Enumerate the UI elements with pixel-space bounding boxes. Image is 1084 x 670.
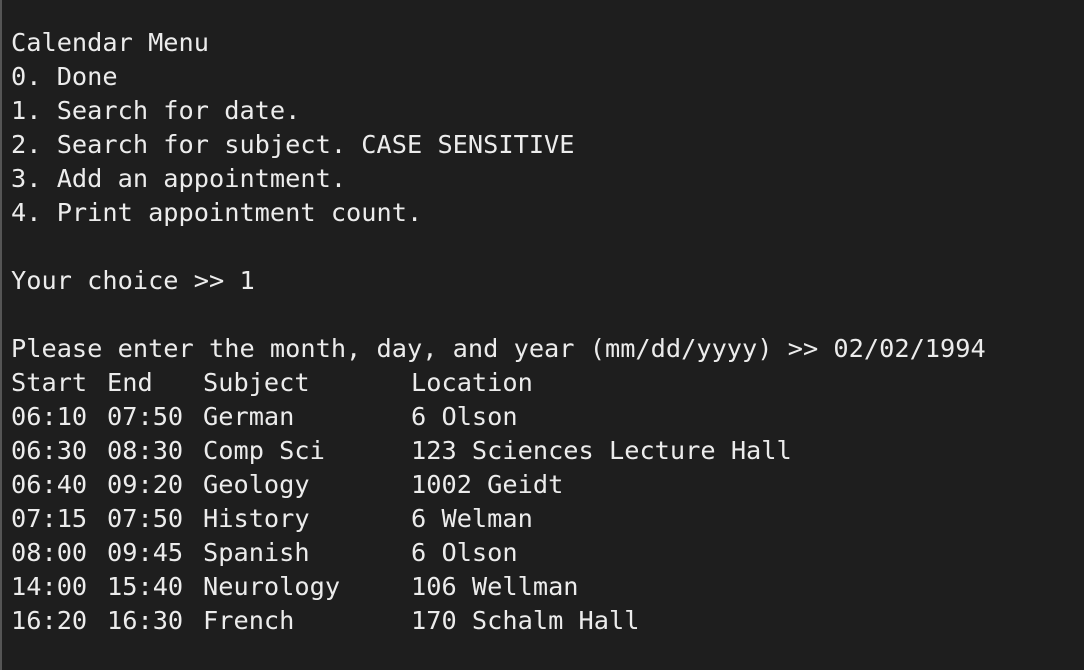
cell-start: 16:20: [11, 606, 88, 635]
cell-location: 106 Wellman: [411, 572, 579, 601]
cell-location: 1002 Geidt: [411, 470, 564, 499]
table-row: 06:40 09:20 Geology 1002 Geidt: [11, 468, 1084, 502]
cell-location: 6 Welman: [411, 504, 533, 533]
date-line: Please enter the month, day, and year (m…: [11, 332, 1084, 366]
menu-title: Calendar Menu: [11, 28, 209, 57]
cell-end: 07:50: [107, 402, 184, 431]
menu-item-search-date: 1. Search for date.: [11, 96, 301, 125]
cell-subject: Comp Sci: [203, 436, 325, 465]
cell-subject: Spanish: [203, 538, 310, 567]
cell-end: 08:30: [107, 436, 184, 465]
header-location: Location: [411, 368, 533, 397]
cell-subject: Geology: [203, 470, 310, 499]
cell-location: 6 Olson: [411, 402, 518, 431]
choice-line: Your choice >> 1: [11, 264, 1084, 298]
choice-prompt: Your choice >>: [11, 266, 240, 295]
cell-location: 170 Schalm Hall: [411, 606, 640, 635]
choice-value: 1: [239, 266, 255, 295]
cell-end: 16:30: [107, 606, 184, 635]
table-row: 06:30 08:30 Comp Sci 123 Sciences Lecture H…: [11, 434, 1084, 468]
cell-end: 09:45: [107, 538, 184, 567]
cell-start: 06:10: [11, 402, 88, 431]
table-header: Start End Subject Location: [11, 366, 1084, 400]
date-value: 02/02/1994: [833, 334, 986, 363]
date-prompt: Please enter the month, day, and year (m…: [11, 334, 834, 363]
table-row: 08:00 09:45 Spanish 6 Olson: [11, 536, 1084, 570]
cell-subject: French: [203, 606, 295, 635]
cell-start: 07:15: [11, 504, 88, 533]
cell-start: 14:00: [11, 572, 88, 601]
table-row: 14:00 15:40 Neurology 106 Wellman: [11, 570, 1084, 604]
cell-start: 08:00: [11, 538, 88, 567]
header-start: Start: [11, 368, 88, 397]
menu-item-print-count: 4. Print appointment count.: [11, 198, 423, 227]
table-row: 16:20 16:30 French 170 Schalm Hall: [11, 604, 1084, 638]
table-row: 07:15 07:50 History 6 Welman: [11, 502, 1084, 536]
cell-end: 15:40: [107, 572, 184, 601]
cell-end: 09:20: [107, 470, 184, 499]
cell-subject: Neurology: [203, 572, 341, 601]
cell-location: 6 Olson: [411, 538, 518, 567]
table-row: 06:10 07:50 German 6 Olson: [11, 400, 1084, 434]
cell-start: 06:40: [11, 470, 88, 499]
cell-subject: History: [203, 504, 310, 533]
menu-item-add-appointment: 3. Add an appointment.: [11, 164, 347, 193]
header-end: End: [107, 368, 153, 397]
cell-start: 06:30: [11, 436, 88, 465]
cell-location: 123 Sciences Lecture Hall: [411, 436, 792, 465]
terminal-window[interactable]: Calendar Menu 0. Done 1. Search for date…: [0, 0, 1084, 670]
cell-end: 07:50: [107, 504, 184, 533]
menu-item-search-subject: 2. Search for subject. CASE SENSITIVE: [11, 130, 575, 159]
cell-subject: German: [203, 402, 295, 431]
header-subject: Subject: [203, 368, 310, 397]
menu-item-done: 0. Done: [11, 62, 118, 91]
